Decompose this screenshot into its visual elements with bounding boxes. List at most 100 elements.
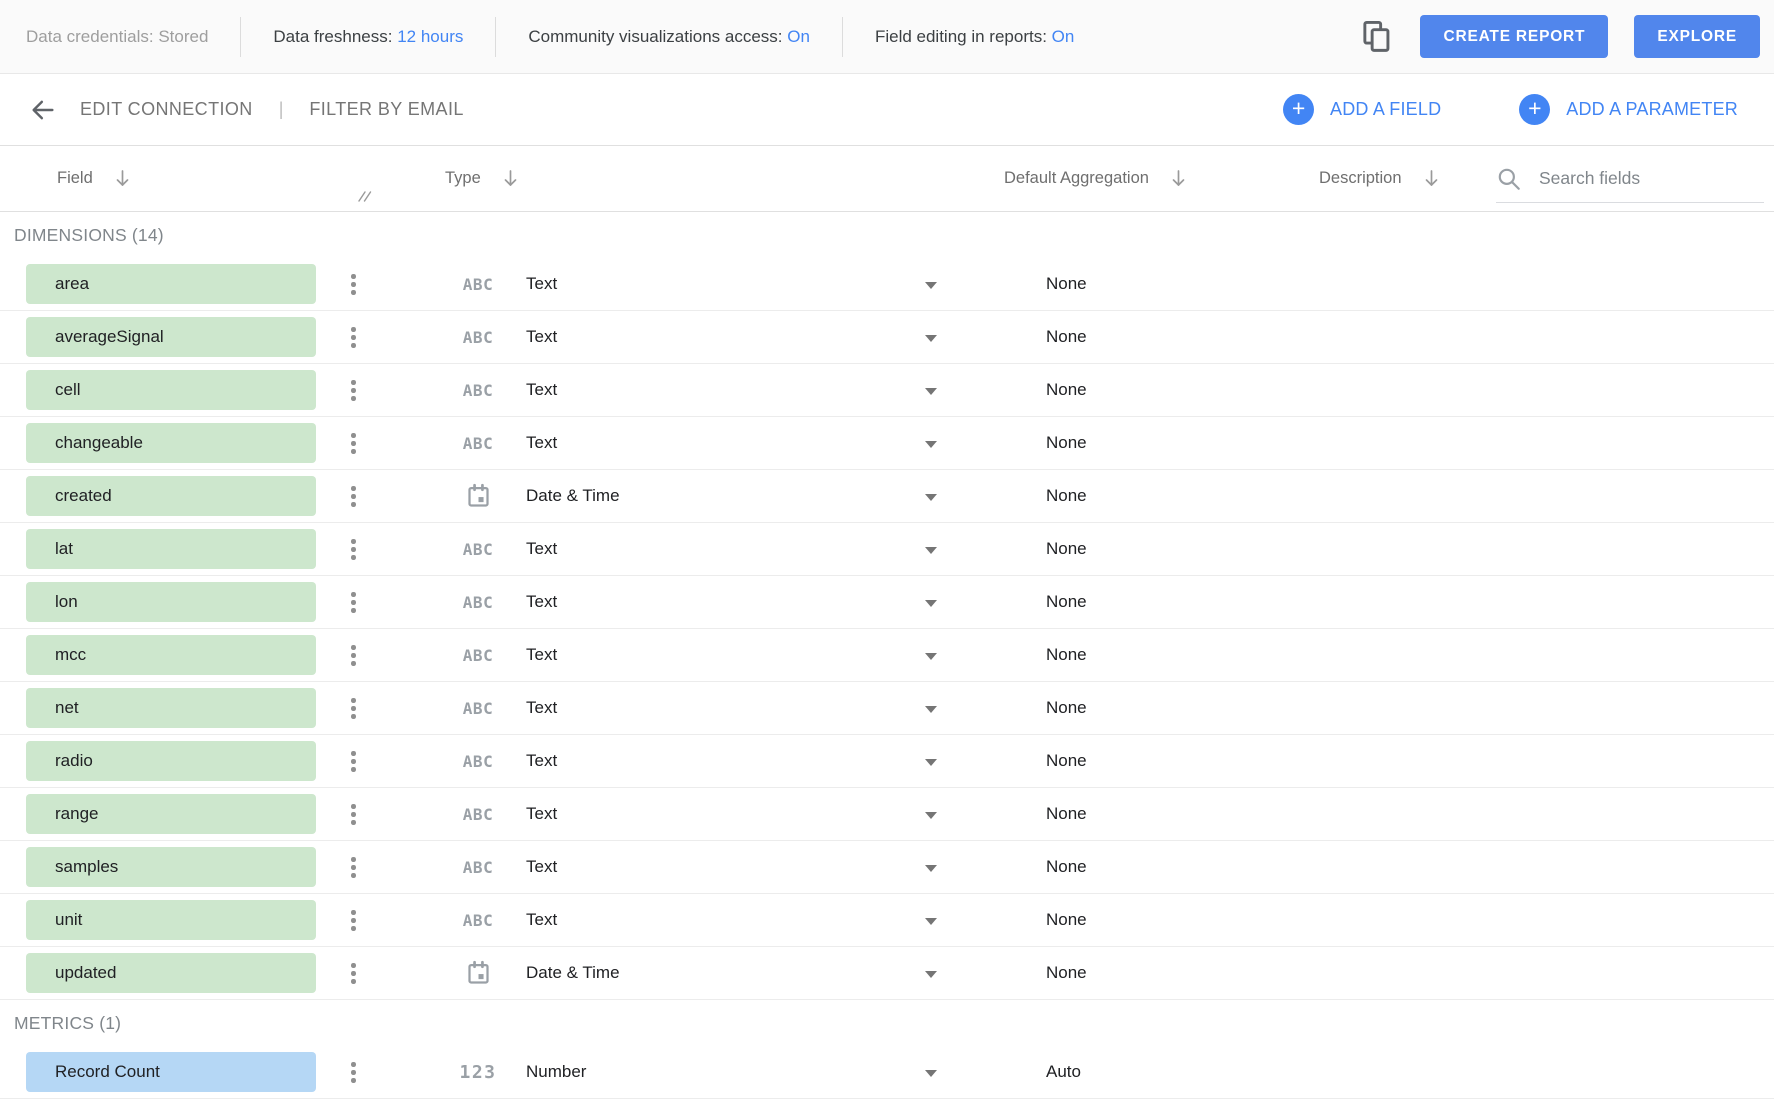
default-aggregation-value[interactable]: None — [1046, 894, 1087, 946]
field-options-menu-icon[interactable] — [347, 1062, 360, 1083]
field-type-label[interactable]: Text — [526, 311, 557, 363]
field-name-chip[interactable]: net — [26, 688, 316, 728]
back-arrow-icon[interactable] — [26, 93, 60, 127]
field-type-label[interactable]: Date & Time — [526, 947, 620, 999]
default-aggregation-value[interactable]: None — [1046, 629, 1087, 681]
type-dropdown-caret-icon[interactable] — [925, 282, 937, 289]
type-dropdown-caret-icon[interactable] — [925, 547, 937, 554]
default-aggregation-value[interactable]: None — [1046, 258, 1087, 310]
field-options-menu-icon[interactable] — [347, 910, 360, 931]
community-visualizations-status[interactable]: Community visualizations access: On — [528, 27, 810, 47]
field-options-menu-icon[interactable] — [347, 857, 360, 878]
add-a-parameter-button[interactable]: + ADD A PARAMETER — [1519, 94, 1738, 125]
field-type-label[interactable]: Text — [526, 894, 557, 946]
field-type-label[interactable]: Text — [526, 841, 557, 893]
field-type-label[interactable]: Text — [526, 258, 557, 310]
table-row: averageSignal ABC 123 Text None — [0, 311, 1774, 364]
default-aggregation-value[interactable]: None — [1046, 364, 1087, 416]
field-name-chip[interactable]: cell — [26, 370, 316, 410]
copy-icon[interactable] — [1360, 18, 1394, 56]
type-dropdown-caret-icon[interactable] — [925, 1070, 937, 1077]
type-dropdown-caret-icon[interactable] — [925, 494, 937, 501]
field-options-menu-icon[interactable] — [347, 539, 360, 560]
field-type-label[interactable]: Text — [526, 417, 557, 469]
default-aggregation-value[interactable]: None — [1046, 311, 1087, 363]
explore-button[interactable]: EXPLORE — [1634, 15, 1760, 58]
field-options-menu-icon[interactable] — [347, 963, 360, 984]
type-dropdown-caret-icon[interactable] — [925, 865, 937, 872]
field-name: lon — [55, 592, 78, 612]
type-dropdown-caret-icon[interactable] — [925, 918, 937, 925]
field-name-chip[interactable]: lat — [26, 529, 316, 569]
add-a-field-button[interactable]: + ADD A FIELD — [1283, 94, 1441, 125]
search-fields-input[interactable] — [1539, 168, 1739, 189]
type-dropdown-caret-icon[interactable] — [925, 812, 937, 819]
field-options-menu-icon[interactable] — [347, 274, 360, 295]
type-dropdown-caret-icon[interactable] — [925, 706, 937, 713]
default-aggregation-value[interactable]: None — [1046, 841, 1087, 893]
field-type-label[interactable]: Text — [526, 523, 557, 575]
field-options-menu-icon[interactable] — [347, 486, 360, 507]
type-dropdown-caret-icon[interactable] — [925, 335, 937, 342]
default-aggregation-value[interactable]: None — [1046, 576, 1087, 628]
field-type-label[interactable]: Text — [526, 364, 557, 416]
data-credentials-status[interactable]: Data credentials: Stored — [26, 27, 208, 47]
field-name: area — [55, 274, 89, 294]
field-name-chip[interactable]: range — [26, 794, 316, 834]
type-dropdown-caret-icon[interactable] — [925, 971, 937, 978]
field-type-label[interactable]: Text — [526, 682, 557, 734]
default-aggregation-value[interactable]: None — [1046, 735, 1087, 787]
default-aggregation-value[interactable]: None — [1046, 788, 1087, 840]
field-name-chip[interactable]: changeable — [26, 423, 316, 463]
sort-description-icon[interactable] — [1424, 169, 1439, 189]
field-options-menu-icon[interactable] — [347, 751, 360, 772]
field-type-label[interactable]: Date & Time — [526, 470, 620, 522]
data-freshness-status[interactable]: Data freshness: 12 hours — [273, 27, 463, 47]
default-aggregation-value[interactable]: None — [1046, 470, 1087, 522]
field-type-label[interactable]: Text — [526, 629, 557, 681]
field-options-menu-icon[interactable] — [347, 645, 360, 666]
type-dropdown-caret-icon[interactable] — [925, 441, 937, 448]
field-options-menu-icon[interactable] — [347, 804, 360, 825]
field-name: mcc — [55, 645, 86, 665]
default-aggregation-value[interactable]: None — [1046, 682, 1087, 734]
field-options-menu-icon[interactable] — [347, 380, 360, 401]
text-type-icon: ABC — [456, 894, 500, 946]
column-resize-handle[interactable] — [357, 190, 372, 208]
field-name-chip[interactable]: lon — [26, 582, 316, 622]
type-dropdown-caret-icon[interactable] — [925, 600, 937, 607]
field-options-menu-icon[interactable] — [347, 592, 360, 613]
field-name-chip[interactable]: area — [26, 264, 316, 304]
field-name-chip[interactable]: created — [26, 476, 316, 516]
field-name-chip[interactable]: samples — [26, 847, 316, 887]
sort-field-icon[interactable] — [115, 169, 130, 189]
field-type-label[interactable]: Text — [526, 735, 557, 787]
sort-type-icon[interactable] — [503, 169, 518, 189]
edit-connection-button[interactable]: EDIT CONNECTION — [80, 99, 253, 120]
field-name-chip[interactable]: unit — [26, 900, 316, 940]
default-aggregation-value[interactable]: None — [1046, 523, 1087, 575]
sort-aggregation-icon[interactable] — [1171, 169, 1186, 189]
field-type-label[interactable]: Number — [526, 1046, 586, 1098]
default-aggregation-value[interactable]: None — [1046, 947, 1087, 999]
field-name-chip[interactable]: Record Count — [26, 1052, 316, 1092]
connection-toolbar: EDIT CONNECTION | FILTER BY EMAIL + ADD … — [0, 74, 1774, 146]
default-aggregation-value[interactable]: Auto — [1046, 1046, 1081, 1098]
type-dropdown-caret-icon[interactable] — [925, 388, 937, 395]
field-type-label[interactable]: Text — [526, 576, 557, 628]
field-name-chip[interactable]: averageSignal — [26, 317, 316, 357]
create-report-button[interactable]: CREATE REPORT — [1420, 15, 1608, 58]
search-icon — [1496, 166, 1522, 192]
field-type-label[interactable]: Text — [526, 788, 557, 840]
filter-by-email-button[interactable]: FILTER BY EMAIL — [309, 99, 463, 120]
type-dropdown-caret-icon[interactable] — [925, 653, 937, 660]
type-dropdown-caret-icon[interactable] — [925, 759, 937, 766]
field-editing-status[interactable]: Field editing in reports: On — [875, 27, 1074, 47]
default-aggregation-value[interactable]: None — [1046, 417, 1087, 469]
field-name-chip[interactable]: mcc — [26, 635, 316, 675]
field-name-chip[interactable]: updated — [26, 953, 316, 993]
field-name-chip[interactable]: radio — [26, 741, 316, 781]
field-options-menu-icon[interactable] — [347, 433, 360, 454]
field-options-menu-icon[interactable] — [347, 698, 360, 719]
field-options-menu-icon[interactable] — [347, 327, 360, 348]
